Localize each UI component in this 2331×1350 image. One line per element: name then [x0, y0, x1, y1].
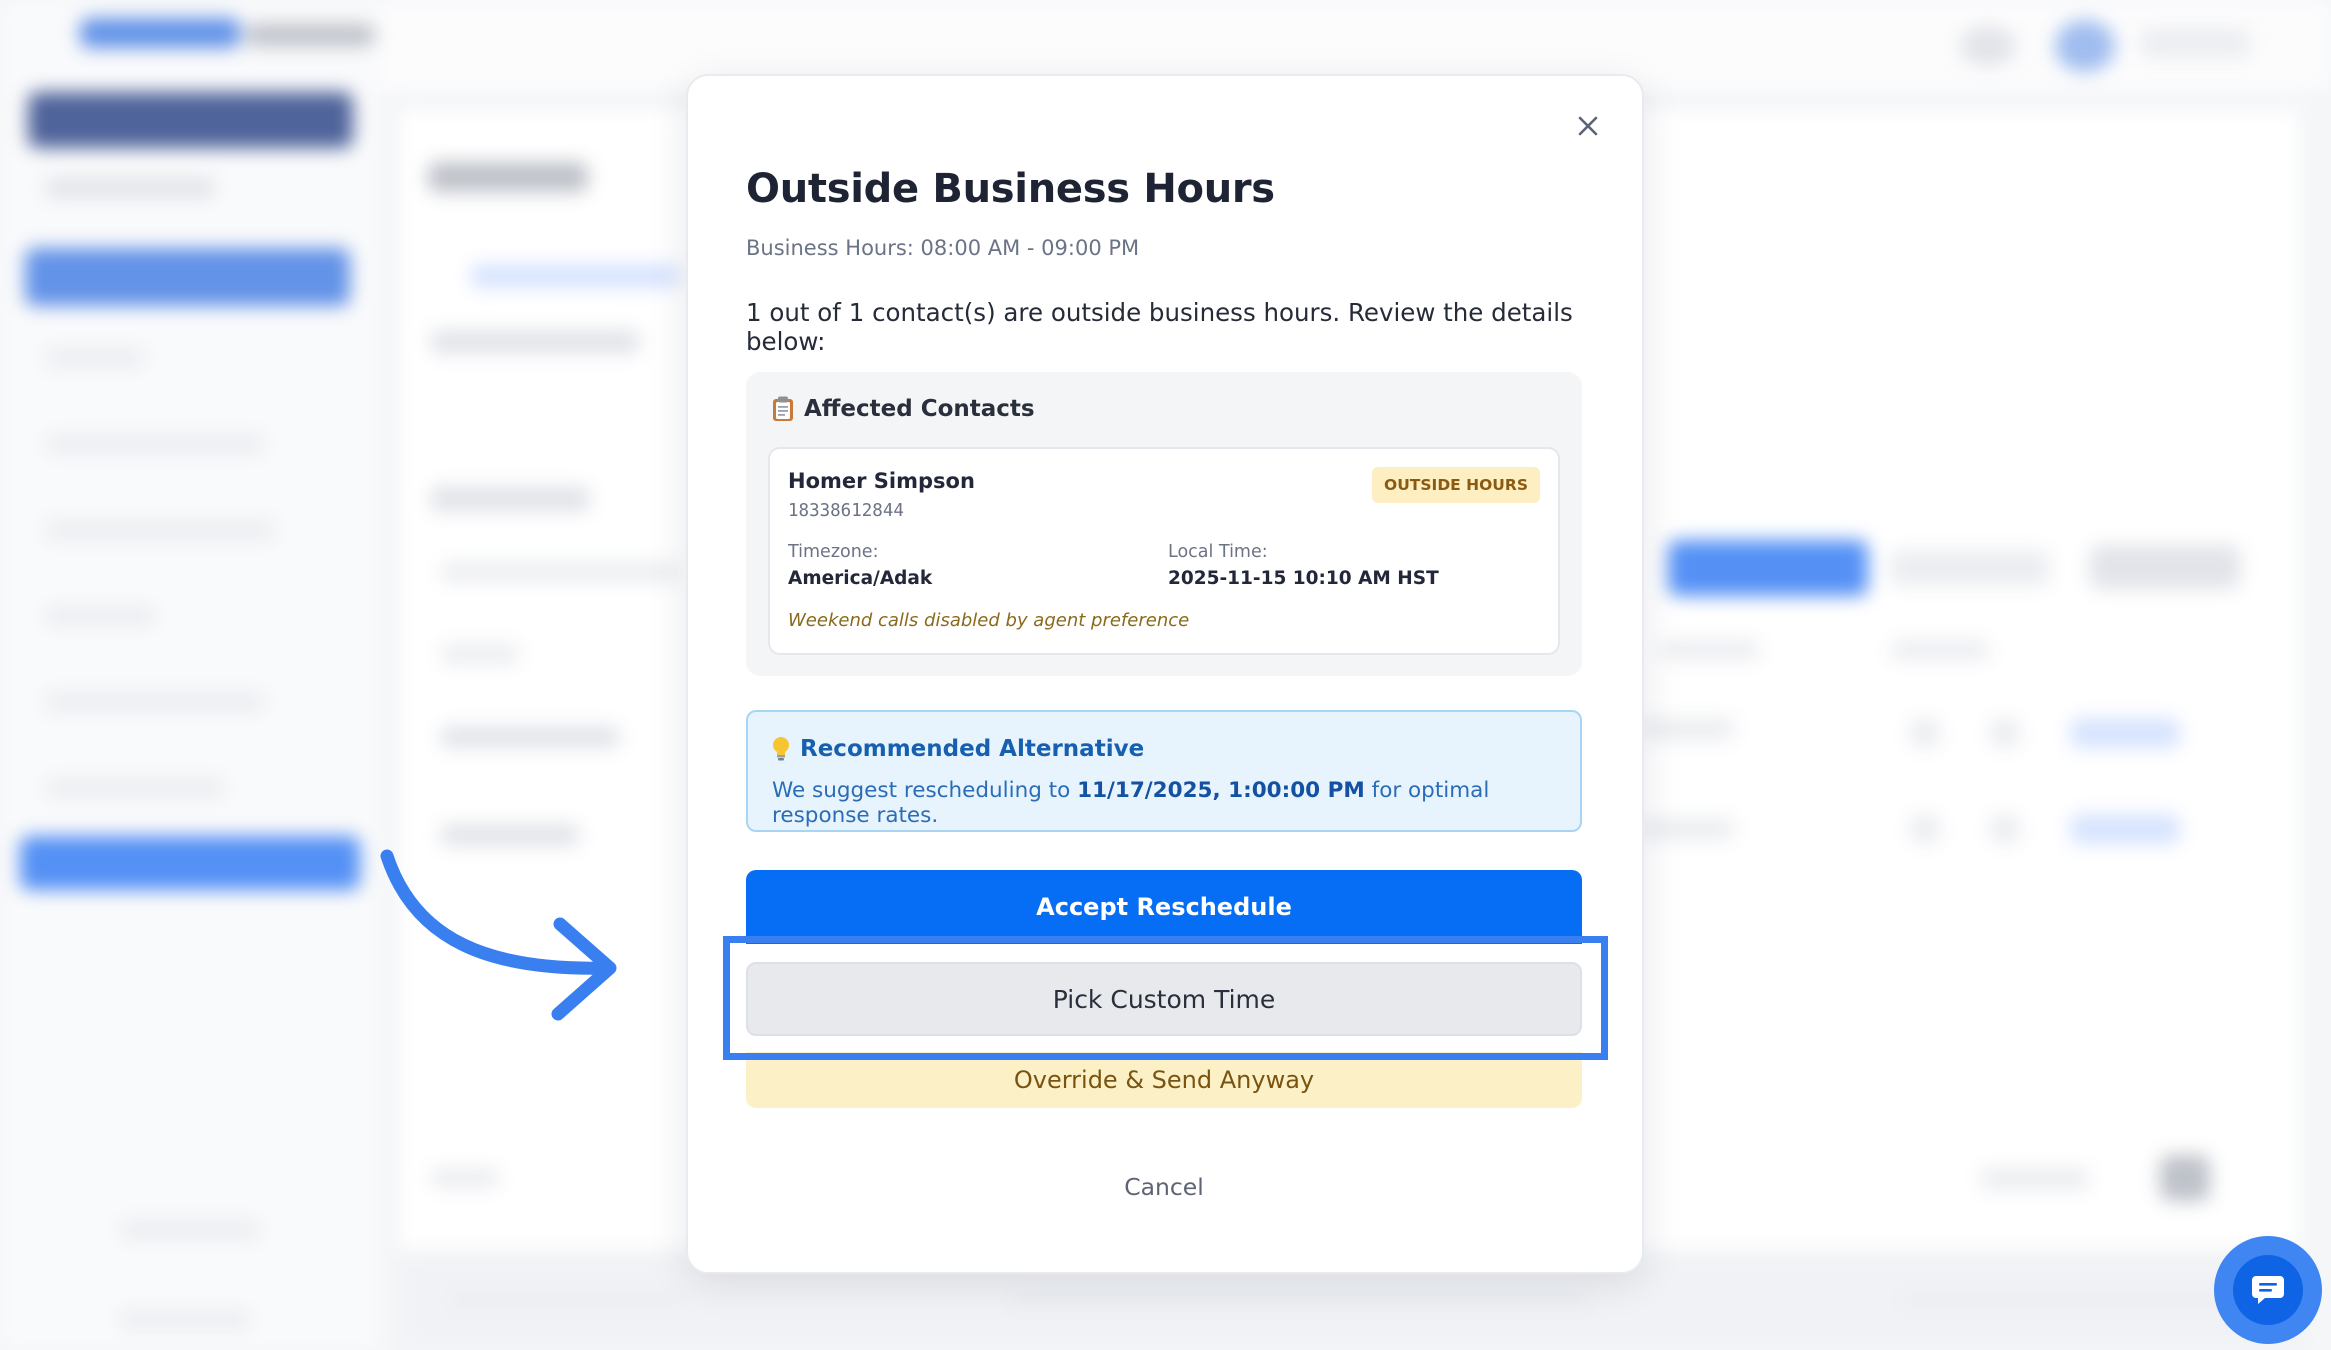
outside-hours-dialog: Outside Business Hours Business Hours: 0… [686, 74, 1644, 1274]
contact-name: Homer Simpson [788, 469, 975, 493]
local-time-value: 2025-11-15 10:10 AM HST [1168, 568, 1439, 589]
recommended-alternative-panel: Recommended Alternative We suggest resch… [746, 710, 1582, 832]
recommended-header: Recommended Alternative [772, 736, 1144, 762]
recommended-heading: Recommended Alternative [800, 736, 1145, 762]
chat-button[interactable] [2214, 1236, 2322, 1344]
recommendation-text-before: We suggest rescheduling to [772, 778, 1071, 803]
recommendation-text: We suggest rescheduling to 11/17/2025, 1… [772, 778, 1580, 828]
contact-note: Weekend calls disabled by agent preferen… [788, 610, 1190, 631]
pointer-arrow-icon [380, 849, 617, 1021]
cancel-button[interactable]: Cancel [746, 1162, 1582, 1212]
close-button[interactable] [1568, 106, 1608, 146]
lightbulb-icon [773, 737, 789, 761]
timezone-value: America/Adak [788, 568, 933, 589]
affected-contacts-header: Affected Contacts [772, 396, 1035, 422]
timezone-label: Timezone: [788, 542, 879, 562]
clipboard-icon [773, 396, 793, 421]
affected-contacts-panel: Affected Contacts Homer Simpson 18338612… [746, 372, 1582, 676]
contact-card: Homer Simpson 18338612844 OUTSIDE HOURS … [768, 447, 1560, 655]
accept-reschedule-button[interactable]: Accept Reschedule [746, 870, 1582, 944]
affected-contacts-heading: Affected Contacts [804, 396, 1035, 422]
pick-custom-time-button[interactable]: Pick Custom Time [746, 962, 1582, 1036]
chat-button-inner [2233, 1255, 2303, 1325]
close-icon [1578, 116, 1598, 136]
outside-hours-badge: OUTSIDE HOURS [1372, 467, 1540, 503]
business-hours-text: Business Hours: 08:00 AM - 09:00 PM [746, 236, 1140, 260]
summary-text: 1 out of 1 contact(s) are outside busine… [746, 298, 1573, 356]
dialog-title: Outside Business Hours [746, 166, 1275, 212]
chat-icon [2252, 1276, 2284, 1304]
local-time-label: Local Time: [1168, 542, 1268, 562]
contact-phone: 18338612844 [788, 501, 904, 521]
override-send-anyway-button[interactable]: Override & Send Anyway [746, 1052, 1582, 1108]
recommended-datetime: 11/17/2025, 1:00:00 PM [1077, 778, 1365, 803]
